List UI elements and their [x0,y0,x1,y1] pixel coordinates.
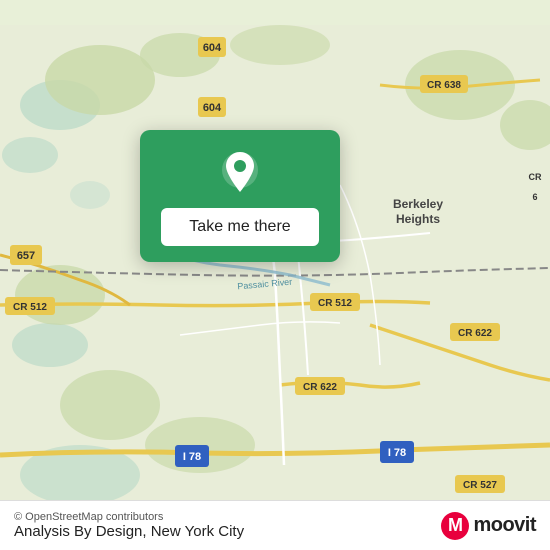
svg-text:CR 512: CR 512 [13,302,47,313]
bottom-left-info: © OpenStreetMap contributors Analysis By… [14,511,244,540]
popup-card: Take me there [140,130,340,262]
svg-text:I 78: I 78 [183,451,201,463]
svg-text:I 78: I 78 [388,447,406,459]
moovit-brand-text: moovit [473,514,536,537]
map-container: 604 604 CR 638 657 CR 512 CR 512 CR 622 … [0,0,550,550]
svg-text:Berkeley: Berkeley [393,197,443,211]
moovit-logo: M moovit [441,512,536,540]
bottom-bar: © OpenStreetMap contributors Analysis By… [0,500,550,550]
svg-text:CR 622: CR 622 [458,328,492,339]
svg-text:6: 6 [532,192,537,202]
location-pin-icon [216,148,264,196]
svg-text:604: 604 [203,42,222,54]
take-me-there-button[interactable]: Take me there [161,208,318,246]
svg-text:604: 604 [203,102,222,114]
svg-text:CR 638: CR 638 [427,80,461,91]
map-background: 604 604 CR 638 657 CR 512 CR 512 CR 622 … [0,0,550,550]
svg-text:CR 512: CR 512 [318,298,352,309]
location-title: Analysis By Design, New York City [14,523,244,540]
svg-text:Heights: Heights [396,212,440,226]
svg-text:CR 622: CR 622 [303,382,337,393]
svg-text:CR: CR [529,172,542,182]
svg-text:657: 657 [17,250,35,262]
svg-text:CR 527: CR 527 [463,480,497,491]
moovit-m-icon: M [441,512,469,540]
osm-attribution: © OpenStreetMap contributors [14,511,244,523]
